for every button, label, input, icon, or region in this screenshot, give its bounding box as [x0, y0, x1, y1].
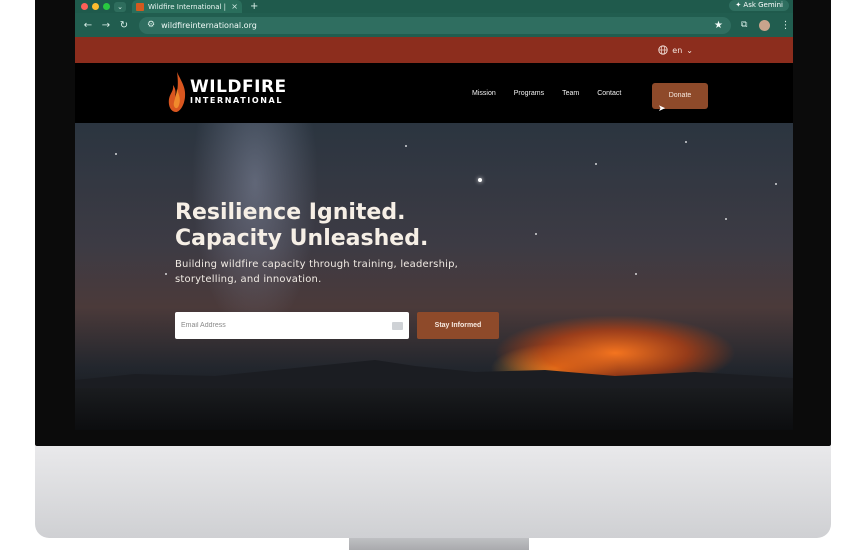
site-logo[interactable]: WILDFIRE INTERNATIONAL	[167, 71, 287, 113]
maximize-window-button[interactable]	[103, 3, 110, 10]
site-info-icon[interactable]: ⚙	[147, 20, 155, 30]
star	[685, 141, 687, 143]
ask-gemini-button[interactable]: ✦ Ask Gemini	[729, 0, 789, 11]
headline-line-2: Capacity Unleashed.	[175, 226, 429, 251]
forward-arrow-icon[interactable]: →	[97, 20, 115, 31]
foreground-field	[75, 388, 793, 430]
bookmark-star-icon[interactable]: ★	[714, 20, 723, 31]
extensions-icon[interactable]: ⧉	[741, 20, 747, 30]
nav-mission[interactable]: Mission	[472, 90, 496, 97]
star	[595, 163, 597, 165]
minimize-window-button[interactable]	[92, 3, 99, 10]
email-input[interactable]	[181, 322, 392, 329]
star	[165, 273, 167, 275]
nav-contact[interactable]: Contact	[597, 90, 621, 97]
back-arrow-icon[interactable]: ←	[79, 20, 97, 31]
star	[775, 183, 777, 185]
star	[535, 233, 537, 235]
ask-gemini-label: Ask Gemini	[743, 1, 783, 9]
monitor-stand	[349, 538, 529, 550]
logo-wordmark: WILDFIRE	[190, 77, 287, 97]
close-window-button[interactable]	[81, 3, 88, 10]
hero-section: Resilience Ignited. Capacity Unleashed. …	[75, 123, 793, 430]
nav-team[interactable]: Team	[562, 90, 579, 97]
monitor-chin	[35, 446, 831, 538]
url-text[interactable]: wildfireinternational.org	[161, 21, 708, 30]
hero-subheading: Building wildfire capacity through train…	[175, 259, 459, 285]
omnibox[interactable]: ⚙ wildfireinternational.org ★	[139, 16, 731, 34]
email-field[interactable]	[175, 312, 409, 339]
close-tab-icon[interactable]: ×	[231, 2, 238, 11]
language-code: en	[672, 45, 683, 55]
mouse-pointer-icon: ➤	[658, 104, 666, 114]
browser-tab[interactable]: Wildfire International | Global ×	[132, 0, 242, 13]
star	[115, 153, 117, 155]
window-controls	[81, 3, 110, 10]
star	[635, 273, 637, 275]
bright-star	[478, 178, 482, 182]
tab-search-button[interactable]: ⌄	[114, 1, 126, 12]
star	[405, 145, 407, 147]
site-favicon-icon	[136, 2, 144, 11]
new-tab-button[interactable]: +	[250, 1, 258, 12]
language-selector[interactable]: en ⌄	[658, 45, 693, 55]
autofill-icon[interactable]	[392, 321, 403, 330]
browser-screen: ⌄ Wildfire International | Global × + ✦ …	[75, 0, 793, 430]
tab-bar: ⌄ Wildfire International | Global × + ✦ …	[75, 0, 793, 13]
tab-title: Wildfire International | Global	[148, 2, 227, 11]
profile-avatar[interactable]	[759, 19, 771, 31]
language-strip: en ⌄	[75, 37, 793, 63]
headline-line-1: Resilience Ignited.	[175, 200, 406, 225]
flame-logo-icon	[168, 72, 186, 112]
mountain-ridge	[75, 360, 793, 390]
stay-informed-button[interactable]: Stay Informed	[417, 312, 499, 339]
globe-icon	[658, 45, 668, 55]
logo-subtext: INTERNATIONAL	[190, 96, 284, 105]
hero-headline: Resilience Ignited. Capacity Unleashed.	[175, 200, 428, 252]
chevron-down-icon: ⌄	[686, 45, 693, 55]
main-nav: Mission Programs Team Contact	[472, 90, 621, 97]
reload-icon[interactable]: ↻	[115, 20, 133, 31]
site-header: WILDFIRE INTERNATIONAL Mission Programs …	[75, 63, 793, 123]
address-toolbar: ← → ↻ ⚙ wildfireinternational.org ★ ⧉ ⋮	[75, 13, 793, 37]
browser-menu-icon[interactable]: ⋮	[780, 20, 790, 31]
star	[725, 218, 727, 220]
nav-programs[interactable]: Programs	[514, 90, 544, 97]
